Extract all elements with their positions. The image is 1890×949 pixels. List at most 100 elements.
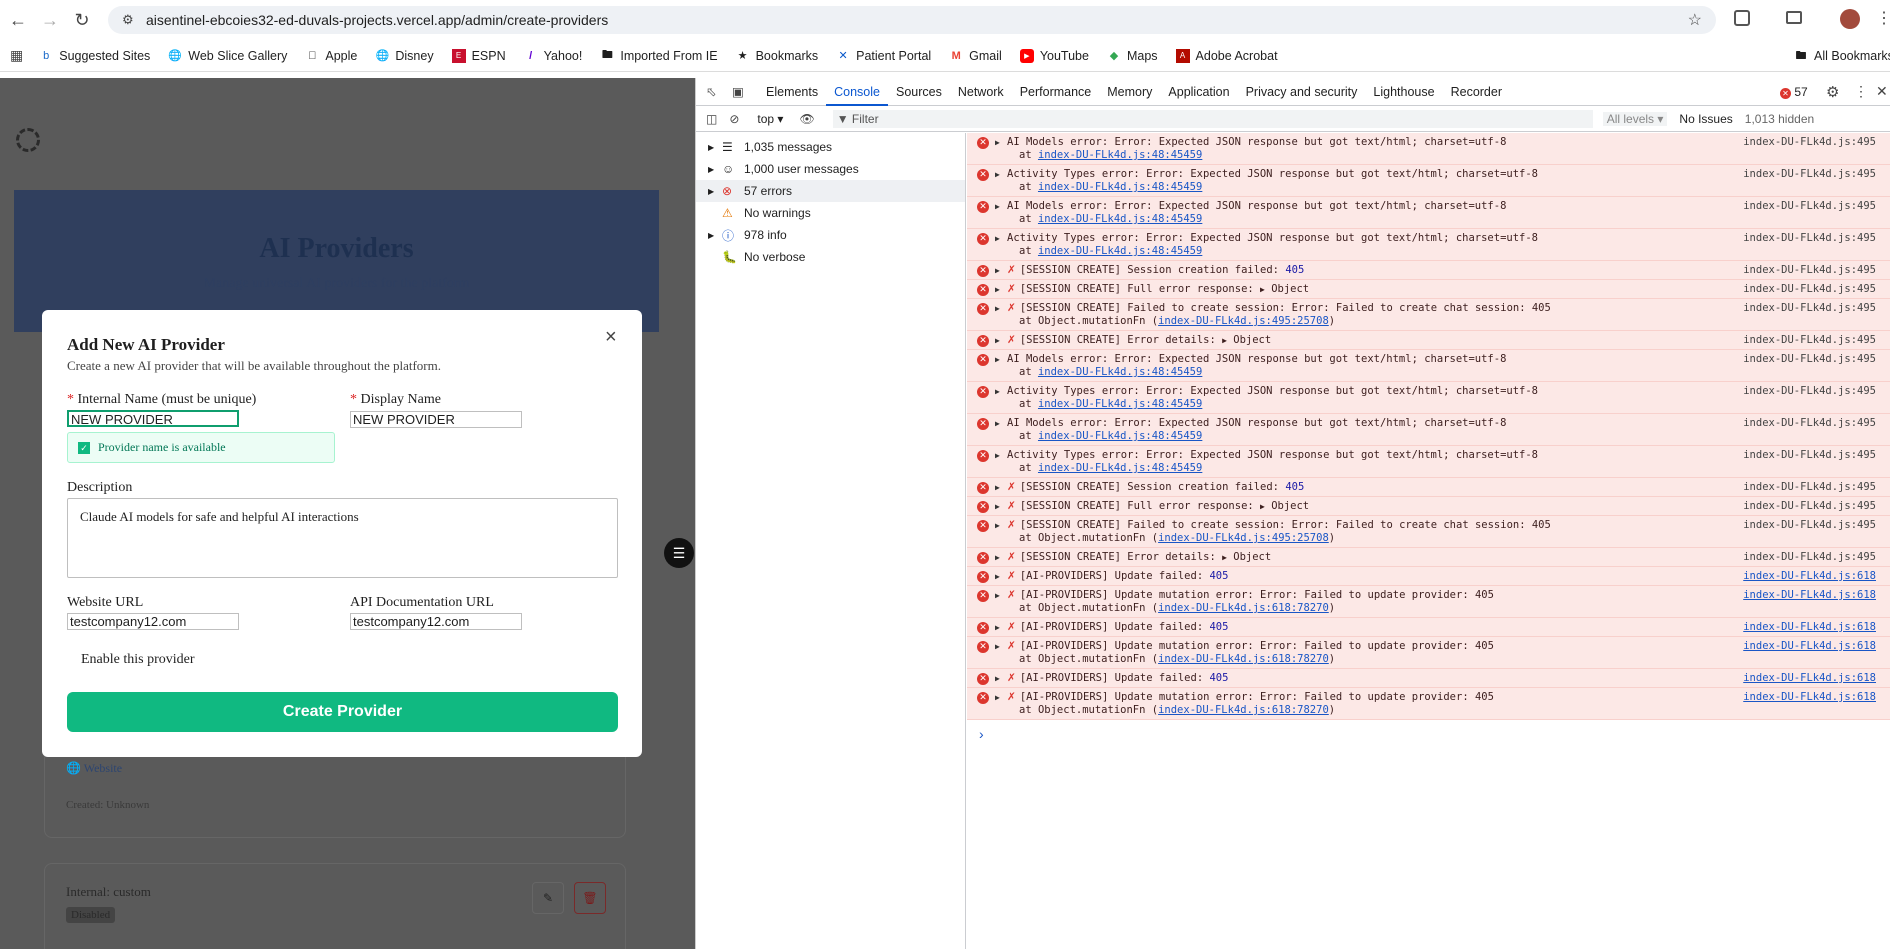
source-location[interactable]: index-DU-FLk4d.js:495	[1743, 500, 1876, 513]
console-message-row[interactable]: ✕ ▶ ✗ [SESSION CREATE] Error details: ▶ Obj…	[967, 331, 1890, 350]
bookmark-disney[interactable]: 🌐 Disney	[375, 49, 434, 63]
sidebar-verbose[interactable]: 🐛 No verbose	[696, 246, 965, 268]
console-message-row[interactable]: ✕ ▶ ✗ [SESSION CREATE] Error details: ▶ Obj…	[967, 548, 1890, 567]
expand-arrow-icon[interactable]: ▶	[995, 353, 1000, 366]
source-link[interactable]: index-DU-FLk4d.js:48:45459	[1038, 366, 1202, 378]
reload-icon[interactable]: ↻	[68, 6, 96, 34]
source-link[interactable]: index-DU-FLk4d.js:48:45459	[1038, 213, 1202, 225]
url-text[interactable]: aisentinel-ebcoies32-ed-duvals-projects.…	[146, 12, 608, 28]
console-message-row[interactable]: ✕ ▶ ✗ [AI-PROVIDERS] Update failed: 405 inde…	[967, 567, 1890, 586]
tab-elements[interactable]: Elements	[758, 78, 826, 106]
expand-arrow-icon[interactable]: ▶	[995, 136, 1000, 149]
expand-arrow-icon[interactable]: ▶	[995, 283, 1000, 296]
apps-icon[interactable]: ▦	[10, 47, 23, 64]
source-location[interactable]: index-DU-FLk4d.js:495	[1743, 334, 1876, 347]
tab-privacy-security[interactable]: Privacy and security	[1238, 78, 1366, 106]
display-name-input[interactable]: NEW PROVIDER	[350, 411, 522, 428]
tab-memory[interactable]: Memory	[1099, 78, 1160, 106]
close-button[interactable]: ×	[605, 326, 617, 349]
source-link[interactable]: index-DU-FLk4d.js:48:45459	[1038, 245, 1202, 257]
console-message-row[interactable]: ✕ ▶ ✗ [SESSION CREATE] Session creation fai…	[967, 261, 1890, 280]
expand-arrow-icon[interactable]: ▶	[995, 519, 1000, 532]
source-location[interactable]: index-DU-FLk4d.js:618	[1743, 640, 1876, 653]
source-location[interactable]: index-DU-FLk4d.js:495	[1743, 551, 1876, 564]
filter-input[interactable]: ▼ Filter	[832, 109, 1593, 128]
expand-arrow-icon[interactable]: ▶	[995, 570, 1000, 583]
expand-arrow-icon[interactable]: ▶	[995, 232, 1000, 245]
console-message-row[interactable]: ✕ ▶ AI Models error: Error: Expected JSON …	[967, 414, 1890, 446]
expand-arrow-icon[interactable]: ▶	[995, 417, 1000, 430]
console-message-row[interactable]: ✕ ▶ ✗ [AI-PROVIDERS] Update failed: 405 inde…	[967, 669, 1890, 688]
expand-arrow-icon[interactable]: ▶	[995, 334, 1000, 347]
console-message-row[interactable]: ✕ ▶ ✗ [AI-PROVIDERS] Update mutation error:…	[967, 586, 1890, 618]
tab-console[interactable]: Console	[826, 78, 888, 106]
source-location[interactable]: index-DU-FLk4d.js:495	[1743, 232, 1876, 245]
avatar[interactable]	[1840, 9, 1860, 29]
sidebar-messages[interactable]: ▶ ☰ 1,035 messages	[696, 136, 965, 158]
console-message-row[interactable]: ✕ ▶ Activity Types error: Error: Expected …	[967, 165, 1890, 197]
enable-provider-toggle[interactable]: Enable this provider	[67, 652, 195, 668]
expand-arrow-icon[interactable]: ▶	[995, 621, 1000, 634]
console-message-row[interactable]: ✕ ▶ ✗ [AI-PROVIDERS] Update mutation error:…	[967, 637, 1890, 669]
extensions-icon[interactable]	[1734, 10, 1750, 26]
console-message-row[interactable]: ✕ ▶ Activity Types error: Error: Expected …	[967, 229, 1890, 261]
expand-arrow-icon[interactable]: ▶	[995, 449, 1000, 462]
device-toolbar-icon[interactable]: ▣	[732, 84, 758, 99]
source-location[interactable]: index-DU-FLk4d.js:618	[1743, 672, 1876, 685]
back-icon[interactable]: ←	[4, 6, 32, 34]
close-devtools-icon[interactable]: ✕	[1876, 83, 1888, 100]
menu-icon[interactable]: ⋮	[1876, 8, 1890, 28]
console-message-row[interactable]: ✕ ▶ ✗ [AI-PROVIDERS] Update mutation error:…	[967, 688, 1890, 720]
site-info-icon[interactable]: ⚙	[122, 12, 134, 28]
console-message-row[interactable]: ✕ ▶ ✗ [SESSION CREATE] Failed to create ses…	[967, 299, 1890, 331]
expand-arrow-icon[interactable]: ▶	[995, 640, 1000, 653]
source-location[interactable]: index-DU-FLk4d.js:495	[1743, 302, 1876, 315]
app-logo-icon[interactable]	[16, 128, 40, 152]
source-link[interactable]: index-DU-FLk4d.js:495:25708	[1158, 532, 1329, 544]
source-link[interactable]: index-DU-FLk4d.js:618:78270	[1158, 653, 1329, 665]
create-provider-button[interactable]: Create Provider	[67, 692, 618, 732]
source-location[interactable]: index-DU-FLk4d.js:495	[1743, 449, 1876, 462]
source-link[interactable]: index-DU-FLk4d.js:495:25708	[1158, 315, 1329, 327]
description-textarea[interactable]: Claude AI models for safe and helpful AI…	[67, 498, 618, 578]
forward-icon[interactable]: →	[36, 6, 64, 34]
source-location[interactable]: index-DU-FLk4d.js:495	[1743, 264, 1876, 277]
cast-icon[interactable]	[1786, 11, 1802, 24]
bookmark-patient-portal[interactable]: ✕ Patient Portal	[836, 49, 932, 63]
source-location[interactable]: index-DU-FLk4d.js:495	[1743, 481, 1876, 494]
console-message-row[interactable]: ✕ ▶ ✗ [SESSION CREATE] Full error response:…	[967, 497, 1890, 516]
bookmark-apple[interactable]: Apple	[305, 49, 357, 63]
source-link[interactable]: index-DU-FLk4d.js:618:78270	[1158, 602, 1329, 614]
sidebar-user-messages[interactable]: ▶ ☺ 1,000 user messages	[696, 158, 965, 180]
console-message-row[interactable]: ✕ ▶ AI Models error: Error: Expected JSON …	[967, 197, 1890, 229]
sidebar-errors[interactable]: ▶ ⊗ 57 errors	[696, 180, 965, 202]
console-message-row[interactable]: ✕ ▶ ✗ [SESSION CREATE] Failed to create ses…	[967, 516, 1890, 548]
source-link[interactable]: index-DU-FLk4d.js:618:78270	[1158, 704, 1329, 716]
console-message-row[interactable]: ✕ ▶ ✗ [SESSION CREATE] Full error response:…	[967, 280, 1890, 299]
console-message-row[interactable]: ✕ ▶ Activity Types error: Error: Expected …	[967, 382, 1890, 414]
tab-network[interactable]: Network	[950, 78, 1012, 106]
inspect-icon[interactable]: ⬁	[706, 84, 726, 99]
source-location[interactable]: index-DU-FLk4d.js:618	[1743, 691, 1876, 704]
source-location[interactable]: index-DU-FLk4d.js:495	[1743, 519, 1876, 532]
bookmark-adobe-acrobat[interactable]: A Adobe Acrobat	[1175, 48, 1278, 63]
tab-application[interactable]: Application	[1160, 78, 1237, 106]
source-link[interactable]: index-DU-FLk4d.js:48:45459	[1038, 181, 1202, 193]
sidebar-toggle-icon[interactable]: ◫	[706, 112, 717, 126]
bookmark-espn[interactable]: E ESPN	[451, 48, 506, 63]
expand-arrow-icon[interactable]: ▶	[995, 168, 1000, 181]
source-location[interactable]: index-DU-FLk4d.js:495	[1743, 283, 1876, 296]
source-location[interactable]: index-DU-FLk4d.js:495	[1743, 385, 1876, 398]
source-link[interactable]: index-DU-FLk4d.js:48:45459	[1038, 398, 1202, 410]
expand-arrow-icon[interactable]: ▶	[995, 264, 1000, 277]
tab-lighthouse[interactable]: Lighthouse	[1365, 78, 1442, 106]
issues-count[interactable]: No Issues	[1679, 112, 1732, 126]
settings-gear-icon[interactable]: ⚙	[1826, 83, 1839, 101]
source-location[interactable]: index-DU-FLk4d.js:495	[1743, 417, 1876, 430]
source-link[interactable]: index-DU-FLk4d.js:48:45459	[1038, 430, 1202, 442]
card-website-link[interactable]: 🌐 Website	[66, 761, 122, 776]
expand-arrow-icon[interactable]: ▶	[995, 385, 1000, 398]
edit-button[interactable]: ✎	[532, 882, 564, 914]
expand-arrow-icon[interactable]: ▶	[995, 672, 1000, 685]
source-location[interactable]: index-DU-FLk4d.js:495	[1743, 168, 1876, 181]
